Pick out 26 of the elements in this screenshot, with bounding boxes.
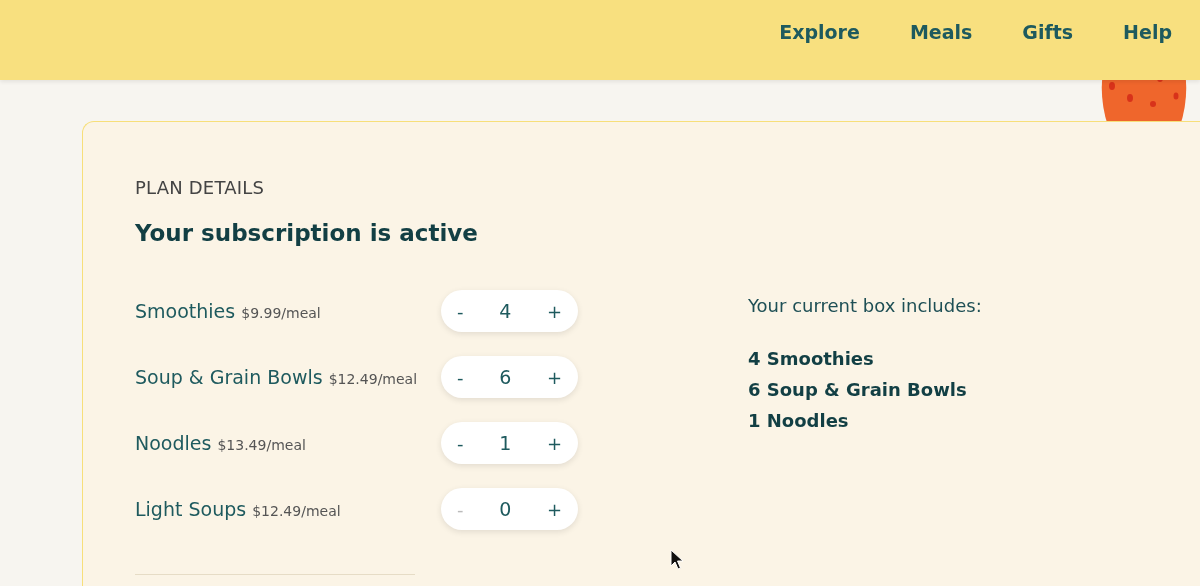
increment-button[interactable]: + [530,300,578,322]
quantity-value: 0 [499,498,512,520]
nav-link[interactable]: Explore [779,21,860,43]
quantity-value: 4 [499,300,512,322]
cursor-icon [670,549,684,571]
section-label: PLAN DETAILS [135,177,266,198]
quantity-value: 6 [499,366,512,388]
summary-line: 1 Noodles [748,409,850,433]
quantity-value: 1 [499,432,512,454]
status-heading: Your subscription is active [135,220,479,246]
meal-label: Light Soups $12.49/meal [135,498,342,520]
meal-label: Soup & Grain Bowls $12.49/meal [135,366,419,388]
nav-link[interactable]: Gifts [1022,21,1074,43]
decrement-button[interactable]: - [441,366,480,388]
increment-button[interactable]: + [530,432,578,454]
summary-heading: Your current box includes: [748,295,982,316]
decrement-button[interactable]: - [441,432,480,454]
nav-link[interactable]: Help [1123,21,1172,43]
increment-button[interactable]: + [530,366,578,388]
meal-label: Smoothies $9.99/meal [135,300,322,322]
summary-line: 4 Smoothies [748,347,875,371]
decrement-button[interactable]: - [441,300,480,322]
increment-button[interactable]: + [530,498,578,520]
meal-label: Noodles $13.49/meal [135,432,307,454]
summary-line: 6 Soup & Grain Bowls [748,378,968,402]
nav-link[interactable]: Meals [909,21,973,43]
